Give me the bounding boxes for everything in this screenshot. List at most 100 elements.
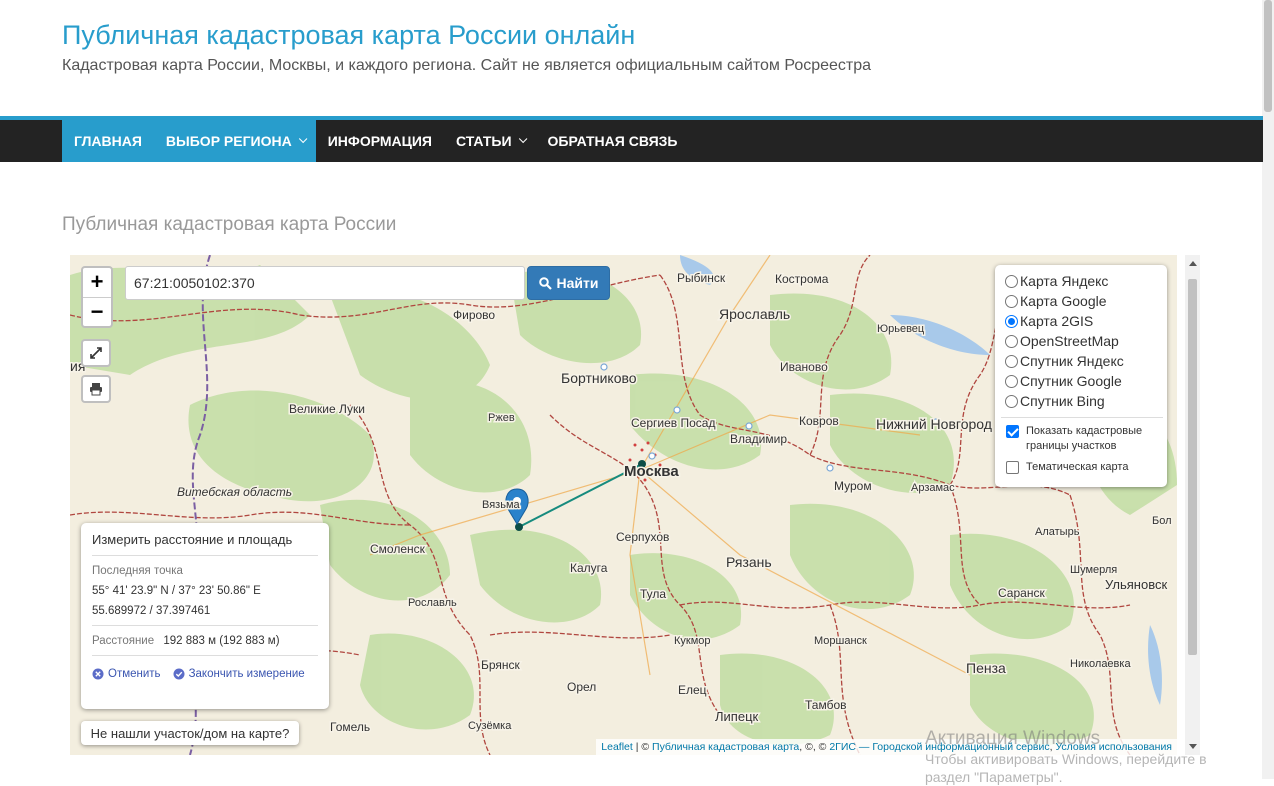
layer-option-1[interactable]: Карта Google <box>1005 291 1159 311</box>
layer-option-0[interactable]: Карта Яндекс <box>1005 271 1159 291</box>
cadastral-search-input[interactable] <box>125 266 525 300</box>
activation-line1: Чтобы активировать Windows, перейдите в <box>925 751 1207 767</box>
place-label: Моршанск <box>814 635 867 647</box>
thematic-map-checkbox[interactable] <box>1006 461 1019 474</box>
layer-option-6[interactable]: Спутник Bing <box>1005 391 1159 411</box>
map-scrollbar-thumb[interactable] <box>1188 279 1197 655</box>
layer-switcher: Карта Яндекс Карта Google Карта 2GIS OpenSt… <box>995 265 1167 487</box>
place-label: Рязань <box>726 554 772 570</box>
main-navigation: Главная Выбор региона Информация Статьи Обра… <box>0 116 1263 162</box>
thematic-map-label: Тематическая карта <box>1026 461 1129 473</box>
measure-title: Измерить расстояние и площадь <box>92 531 318 556</box>
place-label: Бортниково <box>561 370 637 386</box>
map-scrollbar[interactable] <box>1185 255 1200 755</box>
zoom-control: + − <box>81 266 113 328</box>
layer-option-label: Карта 2GIS <box>1020 313 1094 329</box>
place-label: Великие Луки <box>289 402 365 416</box>
nav-item-label: Статьи <box>456 133 512 149</box>
windows-activation-watermark: Активация Windows Чтобы активировать Win… <box>925 728 1207 786</box>
show-cadastral-checkbox[interactable] <box>1006 425 1019 438</box>
distance-label: Расстояние <box>92 635 155 647</box>
place-label: Брянск <box>481 658 521 672</box>
place-label: Кукмор <box>674 635 711 647</box>
leaflet-link[interactable]: Leaflet <box>601 741 633 753</box>
site-title[interactable]: Публичная кадастровая карта России онлай… <box>62 18 1252 52</box>
search-icon <box>538 276 552 290</box>
layer-radio[interactable] <box>1005 274 1018 288</box>
nav-item-0[interactable]: Главная <box>62 120 154 162</box>
layer-radio[interactable] <box>1005 394 1018 408</box>
layer-option-label: OpenStreetMap <box>1020 333 1119 349</box>
nav-item-3[interactable]: Статьи <box>444 120 536 162</box>
site-tagline: Кадастровая карта России, Москвы, и кажд… <box>62 57 872 74</box>
print-button[interactable] <box>81 375 111 403</box>
activation-title: Активация Windows <box>925 728 1101 749</box>
layer-radio[interactable] <box>1005 374 1018 388</box>
layer-radio[interactable] <box>1005 294 1018 308</box>
layer-radio[interactable] <box>1005 334 1018 348</box>
layer-option-label: Спутник Bing <box>1020 393 1105 409</box>
measure-point-end <box>515 523 523 531</box>
place-label: Нижний Новгород <box>876 416 992 432</box>
place-label: Смоленск <box>370 542 426 556</box>
search-button-label: Найти <box>556 275 599 291</box>
show-cadastral-label: Показать кадастровые границы участков <box>1026 425 1143 452</box>
expand-icon <box>90 347 102 359</box>
place-label: Рославль <box>408 597 457 609</box>
place-label: Ярославль <box>719 306 790 322</box>
last-point-label: Последняя точка <box>92 565 183 577</box>
place-label: Бол <box>1152 515 1172 527</box>
nav-item-2[interactable]: Информация <box>316 120 444 162</box>
last-point-decimal: 55.689972 / 37.397461 <box>92 605 211 617</box>
fullscreen-button[interactable] <box>81 339 111 367</box>
layer-option-2[interactable]: Карта 2GIS <box>1005 311 1159 331</box>
search-button[interactable]: Найти <box>527 266 610 300</box>
nav-item-label: Информация <box>327 133 432 149</box>
nav-item-4[interactable]: Обратная связь <box>536 120 690 162</box>
cancel-icon <box>92 668 104 680</box>
place-label: Сузёмка <box>468 720 512 732</box>
place-label: Тула <box>640 587 666 601</box>
layer-option-label: Карта Google <box>1020 293 1107 309</box>
distance-value: 192 883 м (192 883 м) <box>163 635 280 647</box>
scroll-up-arrow-icon[interactable] <box>1189 261 1197 266</box>
layer-option-label: Спутник Яндекс <box>1020 353 1124 369</box>
zoom-in-button[interactable]: + <box>83 268 111 297</box>
check-circle-icon <box>173 668 185 680</box>
layer-option-3[interactable]: OpenStreetMap <box>1005 331 1159 351</box>
place-label: Пенза <box>966 660 1006 676</box>
layer-option-4[interactable]: Спутник Яндекс <box>1005 351 1159 371</box>
show-cadastral-toggle[interactable]: Показать кадастровые границы участков <box>1005 424 1159 454</box>
chevron-down-icon <box>298 134 308 144</box>
not-found-button[interactable]: Не нашли участок/дом на карте? <box>81 721 299 745</box>
zoom-out-button[interactable]: − <box>83 297 111 326</box>
place-label: Тамбов <box>805 698 847 712</box>
nav-item-1[interactable]: Выбор региона <box>153 120 316 162</box>
page-scrollbar-thumb[interactable] <box>1264 0 1272 112</box>
place-label: Рыбинск <box>677 271 726 285</box>
place-label: Вязьма <box>482 499 521 511</box>
attr-mid: , ©, © <box>799 741 830 753</box>
place-label: Серпухов <box>616 530 669 544</box>
measure-panel: Измерить расстояние и площадь Последняя … <box>81 523 329 709</box>
place-label: Арзамас <box>911 482 955 494</box>
place-label: Москва <box>624 463 679 480</box>
place-label: Шумерля <box>1070 564 1117 576</box>
attr-sep: | © <box>632 741 653 753</box>
chevron-down-icon <box>518 134 527 144</box>
finish-measure-button[interactable]: Закончить измерение <box>173 668 305 680</box>
layer-radio[interactable] <box>1005 314 1018 328</box>
pkk-link[interactable]: Публичная кадастровая карта <box>652 741 799 753</box>
cancel-measure-button[interactable]: Отменить <box>92 668 161 680</box>
activation-line2: раздел "Параметры". <box>925 769 1063 785</box>
place-label: Муром <box>834 479 872 493</box>
place-label: Алатырь <box>1035 526 1080 538</box>
cadastral-map[interactable]: Рыбинск Кострома Ярославль Фирово Юрьевец Бор… <box>70 255 1177 755</box>
distance-row: Расстояние 192 883 м (192 883 м) <box>92 635 318 647</box>
thematic-map-toggle[interactable]: Тематическая карта <box>1005 460 1159 475</box>
layer-radio[interactable] <box>1005 354 1018 368</box>
layer-option-label: Карта Яндекс <box>1020 273 1109 289</box>
layer-option-label: Спутник Google <box>1020 373 1122 389</box>
page-scrollbar[interactable] <box>1262 0 1274 779</box>
layer-option-5[interactable]: Спутник Google <box>1005 371 1159 391</box>
